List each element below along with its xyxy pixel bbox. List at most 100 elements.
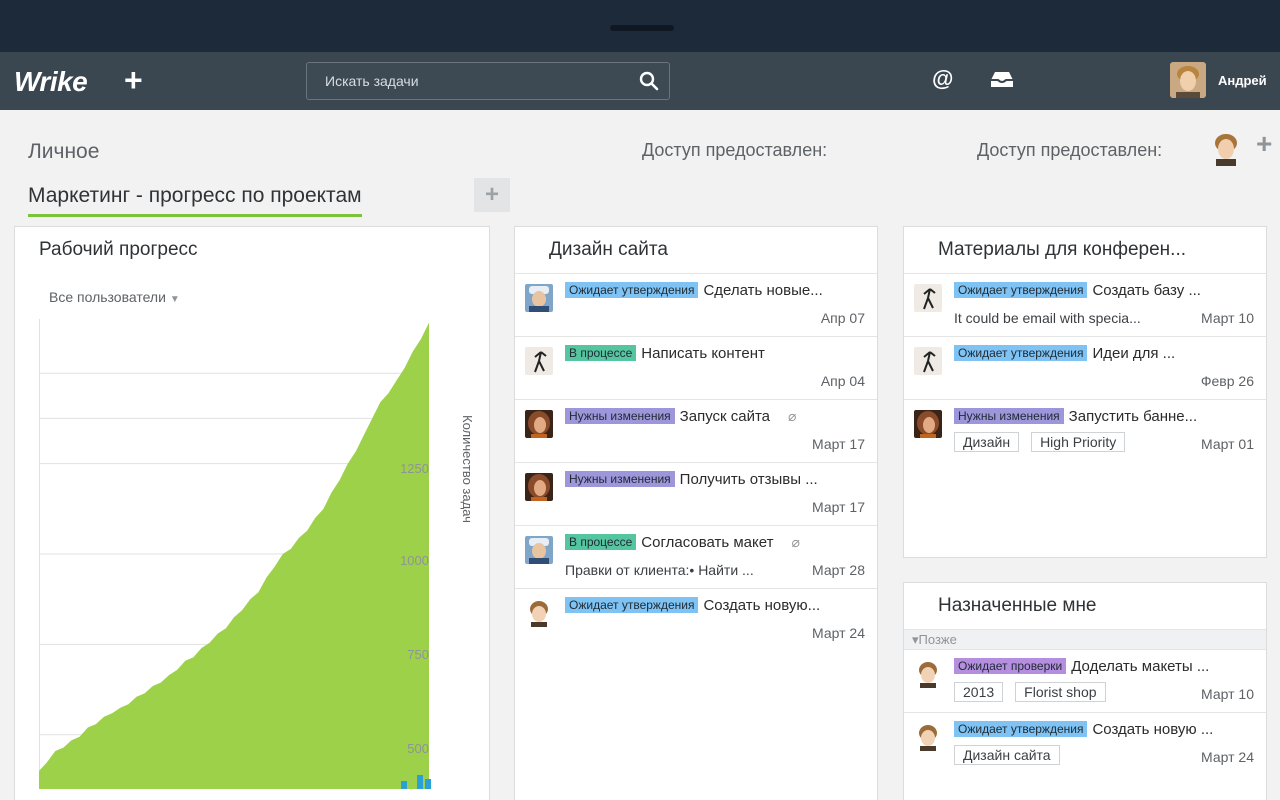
dashboard: Личное Доступ предоставлен: Доступ предо… <box>0 110 1280 800</box>
new-item-button[interactable]: + <box>124 62 143 98</box>
add-tab-button[interactable]: + <box>474 178 510 212</box>
task-due-date: Март 17 <box>812 436 865 452</box>
task-row[interactable]: Ожидает утверждения Идеи для ... Февр 26 <box>904 336 1266 399</box>
task-list: Ожидает проверки Доделать макеты ... 2013 F… <box>904 649 1266 775</box>
work-progress-widget: Рабочий прогресс Все пользователи ▼ 500 7… <box>14 226 490 800</box>
y-axis-title: Количество задач <box>460 415 475 523</box>
task-due-date: Март 28 <box>812 562 865 578</box>
task-list: Ожидает утверждения Создать базу ... It co… <box>904 273 1266 462</box>
y-tick-1000: 1000 <box>400 553 429 568</box>
device-notch <box>610 25 674 31</box>
widget-title: Материалы для конферен... <box>938 239 1187 260</box>
status-badge: В процессе <box>565 345 637 361</box>
status-badge: Ожидает утверждения <box>954 345 1088 361</box>
task-title[interactable]: Написать контент <box>641 345 765 362</box>
users-filter-dropdown[interactable]: Все пользователи ▼ <box>49 289 180 305</box>
assigned-to-me-widget: Назначенные мне ▾Позже Ожидает проверки Д… <box>903 582 1267 800</box>
users-filter-label: Все пользователи <box>49 289 166 305</box>
group-later-header[interactable]: ▾Позже <box>904 629 1266 649</box>
task-row[interactable]: В процессе Написать контент Апр 04 <box>515 336 877 399</box>
assignee-avatar <box>914 723 942 751</box>
chevron-down-icon: ▼ <box>169 294 180 305</box>
task-title[interactable]: Согласовать макет <box>641 534 773 551</box>
task-row[interactable]: В процессе Согласовать макет ⌀ Правки от кл… <box>515 525 877 588</box>
status-badge: Ожидает утверждения <box>954 721 1088 737</box>
task-due-date: Апр 07 <box>820 310 865 326</box>
task-title[interactable]: Доделать макеты ... <box>1071 658 1209 675</box>
attachment-icon: ⌀ <box>788 408 797 424</box>
task-description: It could be email with specia... <box>954 310 1141 326</box>
shared-with-label: Доступ предоставлен: <box>642 140 828 160</box>
task-title-line: В процессе Согласовать макет ⌀ <box>565 534 869 551</box>
accent-bar <box>425 779 431 789</box>
search-icon[interactable] <box>639 71 659 91</box>
user-avatar[interactable] <box>1170 62 1206 98</box>
task-row[interactable]: Ожидает утверждения Создать новую... Март … <box>515 588 877 651</box>
task-due-date: Март 24 <box>1201 749 1254 765</box>
tag-list: Дизайн сайта <box>954 745 1072 765</box>
task-row[interactable]: Ожидает проверки Доделать макеты ... 2013 F… <box>904 649 1266 712</box>
wrike-logo[interactable]: Wrike <box>14 66 88 98</box>
logo-text: Wrike <box>14 66 88 97</box>
status-badge: Нужны изменения <box>565 408 675 424</box>
search-box[interactable] <box>306 62 670 100</box>
y-tick-500: 500 <box>407 741 429 756</box>
search-input[interactable] <box>307 63 637 99</box>
status-badge: В процессе <box>565 534 637 550</box>
task-title-line: Ожидает утверждения Идеи для ... <box>954 345 1258 362</box>
task-title-line: Ожидает проверки Доделать макеты ... <box>954 658 1258 675</box>
assignee-avatar <box>525 284 553 312</box>
assignee-avatar <box>914 660 942 688</box>
task-title[interactable]: Создать базу ... <box>1092 282 1200 299</box>
task-row[interactable]: Нужны изменения Запуск сайта ⌀ Март 17 <box>515 399 877 462</box>
task-tag[interactable]: 2013 <box>954 682 1004 702</box>
task-row[interactable]: Ожидает утверждения Создать базу ... It co… <box>904 273 1266 336</box>
assignee-avatar <box>525 599 553 627</box>
task-list: Ожидает утверждения Сделать новые... Апр 0… <box>515 273 877 651</box>
task-title[interactable]: Идеи для ... <box>1092 345 1175 362</box>
task-row[interactable]: Нужны изменения Запустить банне... Дизайн H… <box>904 399 1266 462</box>
task-title[interactable]: Получить отзывы ... <box>680 471 818 488</box>
task-title-line: Ожидает утверждения Создать новую... <box>565 597 869 614</box>
task-title-line: В процессе Написать контент <box>565 345 869 362</box>
task-row[interactable]: Нужны изменения Получить отзывы ... Март 1… <box>515 462 877 525</box>
task-due-date: Март 10 <box>1201 310 1254 326</box>
assignee-avatar <box>525 473 553 501</box>
task-tag[interactable]: Дизайн <box>954 432 1020 452</box>
assignee-avatar <box>525 347 553 375</box>
task-row[interactable]: Ожидает утверждения Сделать новые... Апр 0… <box>515 273 877 336</box>
task-tag[interactable]: Дизайн сайта <box>954 745 1060 765</box>
status-badge: Ожидает утверждения <box>954 282 1088 298</box>
task-title[interactable]: Создать новую ... <box>1092 721 1213 738</box>
status-badge: Ожидает утверждения <box>565 282 699 298</box>
shared-with-label-2: Доступ предоставлен: <box>977 140 1163 160</box>
attachment-icon: ⌀ <box>791 534 800 550</box>
task-tag[interactable]: High Priority <box>1031 432 1126 452</box>
status-badge: Ожидает проверки <box>954 658 1067 674</box>
task-title[interactable]: Создать новую... <box>703 597 820 614</box>
task-title[interactable]: Запустить банне... <box>1069 408 1197 425</box>
add-shared-user-button[interactable]: + <box>1256 128 1272 160</box>
widget-title: Рабочий прогресс <box>39 239 198 260</box>
progress-area <box>39 322 429 789</box>
mentions-icon[interactable]: @ <box>932 66 953 92</box>
tab-marketing-progress[interactable]: Маркетинг - прогресс по проектам <box>28 184 362 217</box>
assignee-avatar <box>914 347 942 375</box>
task-title[interactable]: Сделать новые... <box>703 282 822 299</box>
task-title-line: Ожидает утверждения Создать новую ... <box>954 721 1258 738</box>
conference-materials-widget: Материалы для конферен... Ожидает утверж… <box>903 226 1267 558</box>
task-title[interactable]: Запуск сайта <box>680 408 770 425</box>
assignee-avatar <box>525 410 553 438</box>
task-due-date: Март 24 <box>812 625 865 641</box>
task-due-date: Март 17 <box>812 499 865 515</box>
tag-list: 2013 Florist shop <box>954 682 1118 702</box>
user-name[interactable]: Андрей <box>1218 73 1267 88</box>
task-description: Правки от клиента:• Найти ... <box>565 562 754 578</box>
task-row[interactable]: Ожидает утверждения Создать новую ... Диза… <box>904 712 1266 775</box>
shared-user-avatar[interactable] <box>1208 130 1244 166</box>
status-badge: Нужны изменения <box>565 471 675 487</box>
task-due-date: Февр 26 <box>1200 373 1254 389</box>
task-due-date: Апр 04 <box>820 373 865 389</box>
task-tag[interactable]: Florist shop <box>1015 682 1106 702</box>
inbox-icon[interactable] <box>988 69 1016 89</box>
